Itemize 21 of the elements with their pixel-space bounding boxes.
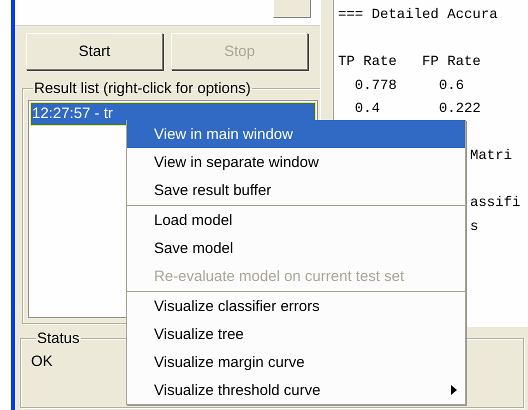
menu-item[interactable]: View in main window	[127, 120, 465, 148]
output-line: 0.4 0.222	[354, 100, 482, 119]
output-line: 0.778 0.6	[354, 76, 466, 96]
menu-item[interactable]: Save model	[127, 234, 465, 262]
group-title: Status	[36, 330, 81, 347]
output-line: Matri	[469, 147, 514, 166]
menu-item[interactable]: Visualize classifier errors	[127, 291, 465, 320]
output-line: assifi	[469, 194, 522, 213]
options-button[interactable]	[273, 0, 311, 18]
output-line: === Detailed Accura	[338, 6, 499, 25]
menu-item[interactable]: Visualize margin curve	[127, 348, 465, 376]
action-button[interactable]: Start	[26, 33, 163, 70]
output-line: TP Rate FP Rate	[338, 53, 482, 72]
menu-item[interactable]: Visualize tree	[127, 320, 465, 348]
menu-item[interactable]: Visualize threshold curve	[127, 376, 465, 404]
output-line: s	[469, 218, 480, 236]
menu-item[interactable]: View in separate window	[127, 148, 465, 176]
menu-item[interactable]: Load model	[127, 205, 465, 234]
group-title: Result list (right-click for options)	[33, 80, 252, 97]
menu-item[interactable]: Save result buffer	[127, 176, 465, 204]
status-text: OK	[31, 353, 53, 370]
